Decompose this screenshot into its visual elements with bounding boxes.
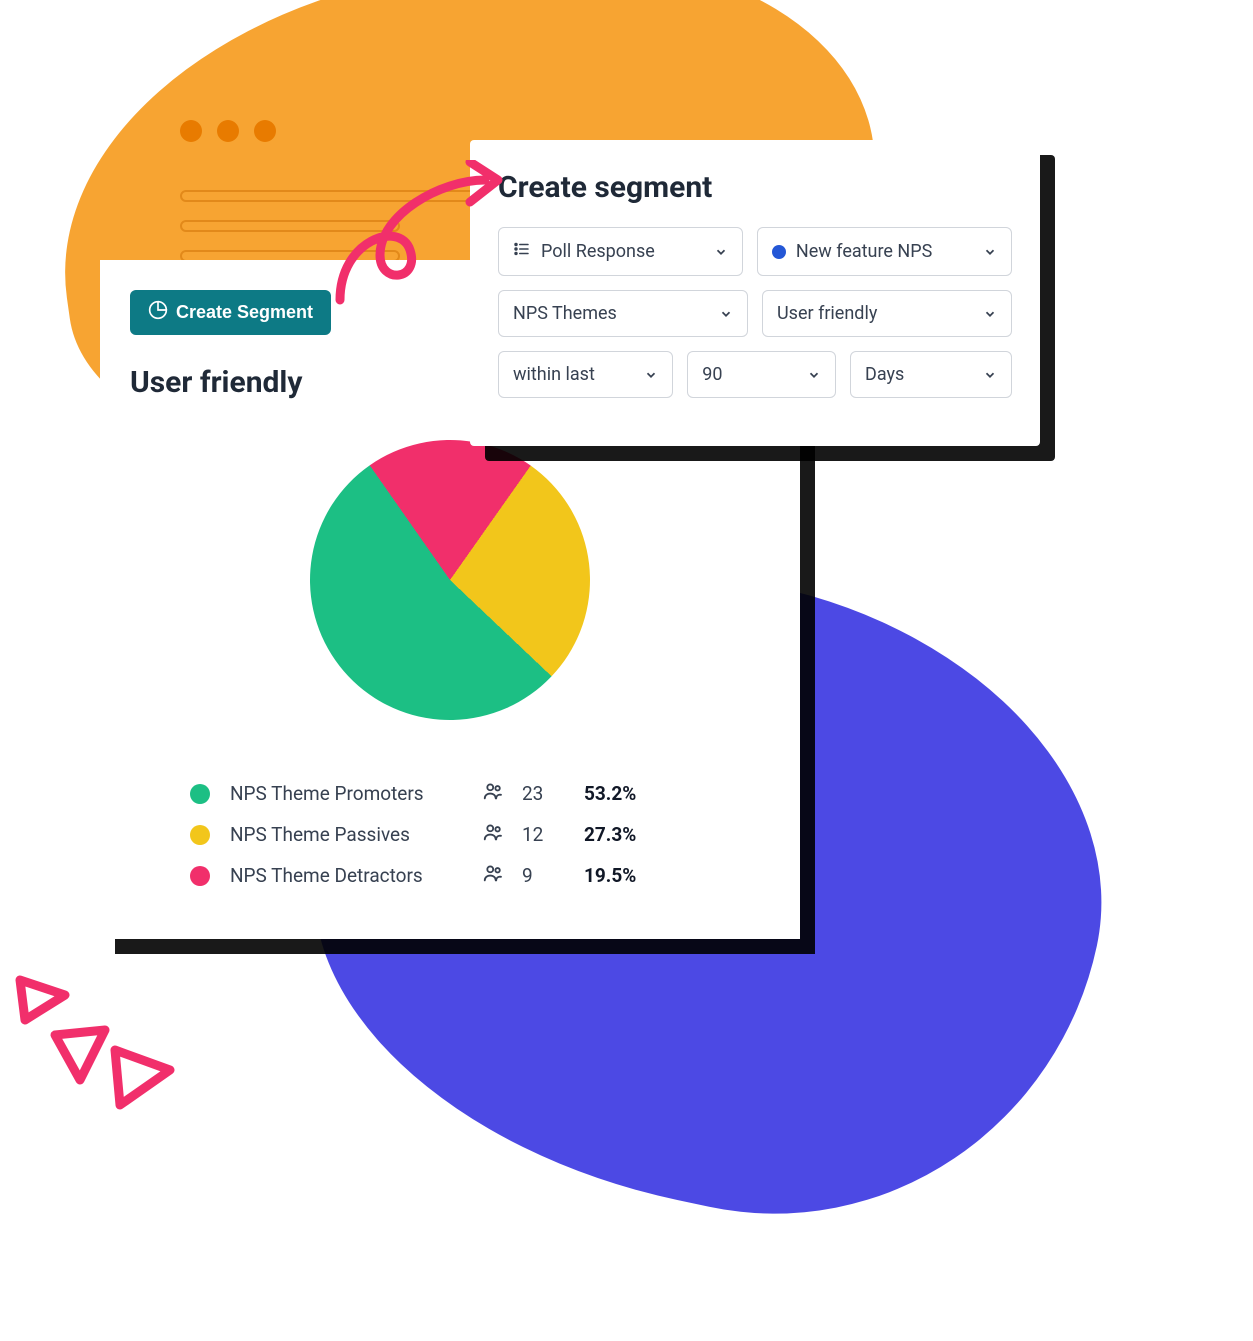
select-label: 90 [702,364,722,385]
select-label: New feature NPS [796,241,932,262]
legend-color-dot [190,866,210,886]
legend-row: NPS Theme Passives 12 27.3% [190,821,750,848]
legend: NPS Theme Promoters 23 53.2% NPS Theme Pass… [130,780,770,889]
legend-percent: 27.3% [584,823,664,846]
select-unit[interactable]: Days [850,351,1012,398]
legend-percent: 53.2% [584,782,664,805]
select-label: within last [513,364,595,385]
select-within-last[interactable]: within last [498,351,673,398]
select-nps-themes[interactable]: NPS Themes [498,290,748,337]
chevron-down-icon [983,245,997,259]
legend-count: 23 [522,782,572,805]
panel-title: Create segment [498,170,1012,205]
legend-label: NPS Theme Promoters [230,782,470,805]
chevron-down-icon [983,368,997,382]
create-segment-panel: Create segment Poll Response New feature… [470,140,1040,446]
select-label: User friendly [777,303,877,324]
chevron-down-icon [719,307,733,321]
decorative-triangles-icon [10,940,190,1120]
legend-count: 9 [522,864,572,887]
chevron-down-icon [644,368,658,382]
legend-color-dot [190,825,210,845]
legend-label: NPS Theme Detractors [230,864,470,887]
users-icon [482,862,510,889]
legend-color-dot [190,784,210,804]
chevron-down-icon [983,307,997,321]
create-segment-button-label: Create Segment [176,302,313,323]
select-quantity[interactable]: 90 [687,351,836,398]
blue-dot-icon [772,245,786,259]
legend-row: NPS Theme Promoters 23 53.2% [190,780,750,807]
select-user-friendly[interactable]: User friendly [762,290,1012,337]
list-icon [513,240,531,263]
legend-row: NPS Theme Detractors 9 19.5% [190,862,750,889]
create-segment-button[interactable]: Create Segment [130,290,331,335]
pie-icon [148,300,168,325]
select-poll-response[interactable]: Poll Response [498,227,743,276]
select-label: Days [865,364,904,385]
chevron-down-icon [714,245,728,259]
legend-label: NPS Theme Passives [230,823,470,846]
chevron-down-icon [807,368,821,382]
users-icon [482,821,510,848]
select-new-feature-nps[interactable]: New feature NPS [757,227,1012,276]
legend-count: 12 [522,823,572,846]
legend-percent: 19.5% [584,864,664,887]
select-label: Poll Response [541,241,655,262]
select-label: NPS Themes [513,303,617,324]
users-icon [482,780,510,807]
